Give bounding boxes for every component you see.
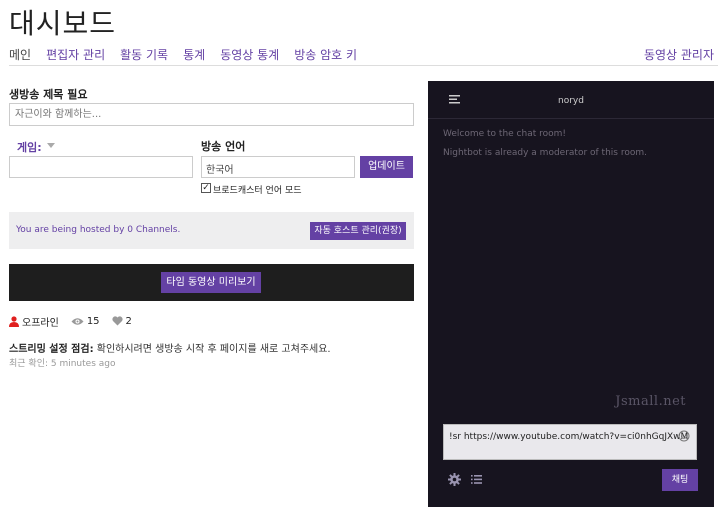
video-preview-panel: 타임 동영상 미리보기 — [9, 264, 414, 301]
chat-header: noryd — [428, 81, 714, 119]
broadcaster-language-label: 브로드캐스터 언어 모드 — [213, 186, 302, 196]
stream-settings-notice: 스트리밍 설정 점검: 확인하시려면 생방송 시작 후 페이지를 새로 고쳐주세… — [9, 340, 331, 355]
gear-icon[interactable] — [448, 473, 461, 486]
language-label: 방송 언어 — [201, 140, 246, 153]
viewers-count: 15 — [86, 315, 100, 327]
tabs-divider — [9, 65, 718, 66]
hosting-text: You are being hosted by 0 Channels. — [16, 225, 181, 235]
heart-icon — [111, 316, 123, 326]
stream-notice-prefix: 스트리밍 설정 점검: — [9, 344, 94, 355]
tab-stats[interactable]: 통계 — [183, 46, 205, 66]
watermark: Jsmall.net — [615, 394, 686, 409]
update-button[interactable]: 업데이트 — [360, 156, 413, 178]
video-preview-button[interactable]: 타임 동영상 미리보기 — [161, 272, 261, 293]
tab-main[interactable]: 메인 — [9, 46, 31, 66]
chat-username: noryd — [558, 96, 584, 106]
chat-message: Welcome to the chat room! — [443, 129, 567, 139]
chat-input-text: !sr https://www.youtube.com/watch?v=ci0n… — [449, 432, 689, 442]
hosting-panel: You are being hosted by 0 Channels. 자동 호… — [9, 212, 414, 249]
tab-video-manager[interactable]: 동영상 관리자 — [644, 46, 714, 66]
tab-stream-key[interactable]: 방송 암호 키 — [294, 46, 357, 66]
stream-stats: 오프라인 15 2 — [9, 314, 144, 329]
status-stat: 오프라인 — [9, 314, 59, 329]
person-icon — [9, 315, 19, 327]
stream-notice-text: 확인하시려면 생방송 시작 후 페이지를 새로 고쳐주세요. — [93, 344, 331, 355]
chat-message: Nightbot is already a moderator of this … — [443, 148, 647, 158]
chat-panel: noryd Welcome to the chat room! Nightbot… — [428, 81, 714, 507]
page-title: 대시보드 — [9, 7, 117, 40]
caret-down-icon[interactable] — [47, 143, 55, 148]
stream-title-input[interactable] — [9, 103, 414, 126]
tab-video-stats[interactable]: 동영상 통계 — [220, 46, 279, 66]
last-checked-text: 최근 확인: 5 minutes ago — [9, 359, 116, 369]
dashboard-tabs: 메인 편집자 관리 활동 기록 통계 동영상 통계 방송 암호 키 동영상 관리… — [9, 46, 714, 66]
tab-editors[interactable]: 편집자 관리 — [46, 46, 105, 66]
stream-title-label: 생방송 제목 필요 — [9, 88, 88, 101]
followers-stat: 2 — [111, 315, 132, 327]
list-icon[interactable] — [471, 475, 482, 484]
game-label[interactable]: 게임: — [17, 139, 42, 155]
eye-icon — [71, 317, 84, 325]
auto-host-button[interactable]: 자동 호스트 관리(권장) — [310, 222, 406, 240]
game-input[interactable] — [9, 156, 193, 178]
language-select[interactable]: 한국어 — [201, 156, 355, 178]
broadcaster-language-checkbox[interactable]: ✓ — [201, 183, 211, 193]
emoji-icon[interactable] — [678, 430, 690, 442]
chat-send-button[interactable]: 채팅 — [662, 469, 698, 491]
status-label: 오프라인 — [22, 317, 59, 329]
viewers-stat: 15 — [71, 316, 100, 327]
followers-count: 2 — [125, 315, 132, 327]
tab-activity[interactable]: 활동 기록 — [120, 46, 168, 66]
chat-input[interactable]: !sr https://www.youtube.com/watch?v=ci0n… — [443, 424, 697, 460]
